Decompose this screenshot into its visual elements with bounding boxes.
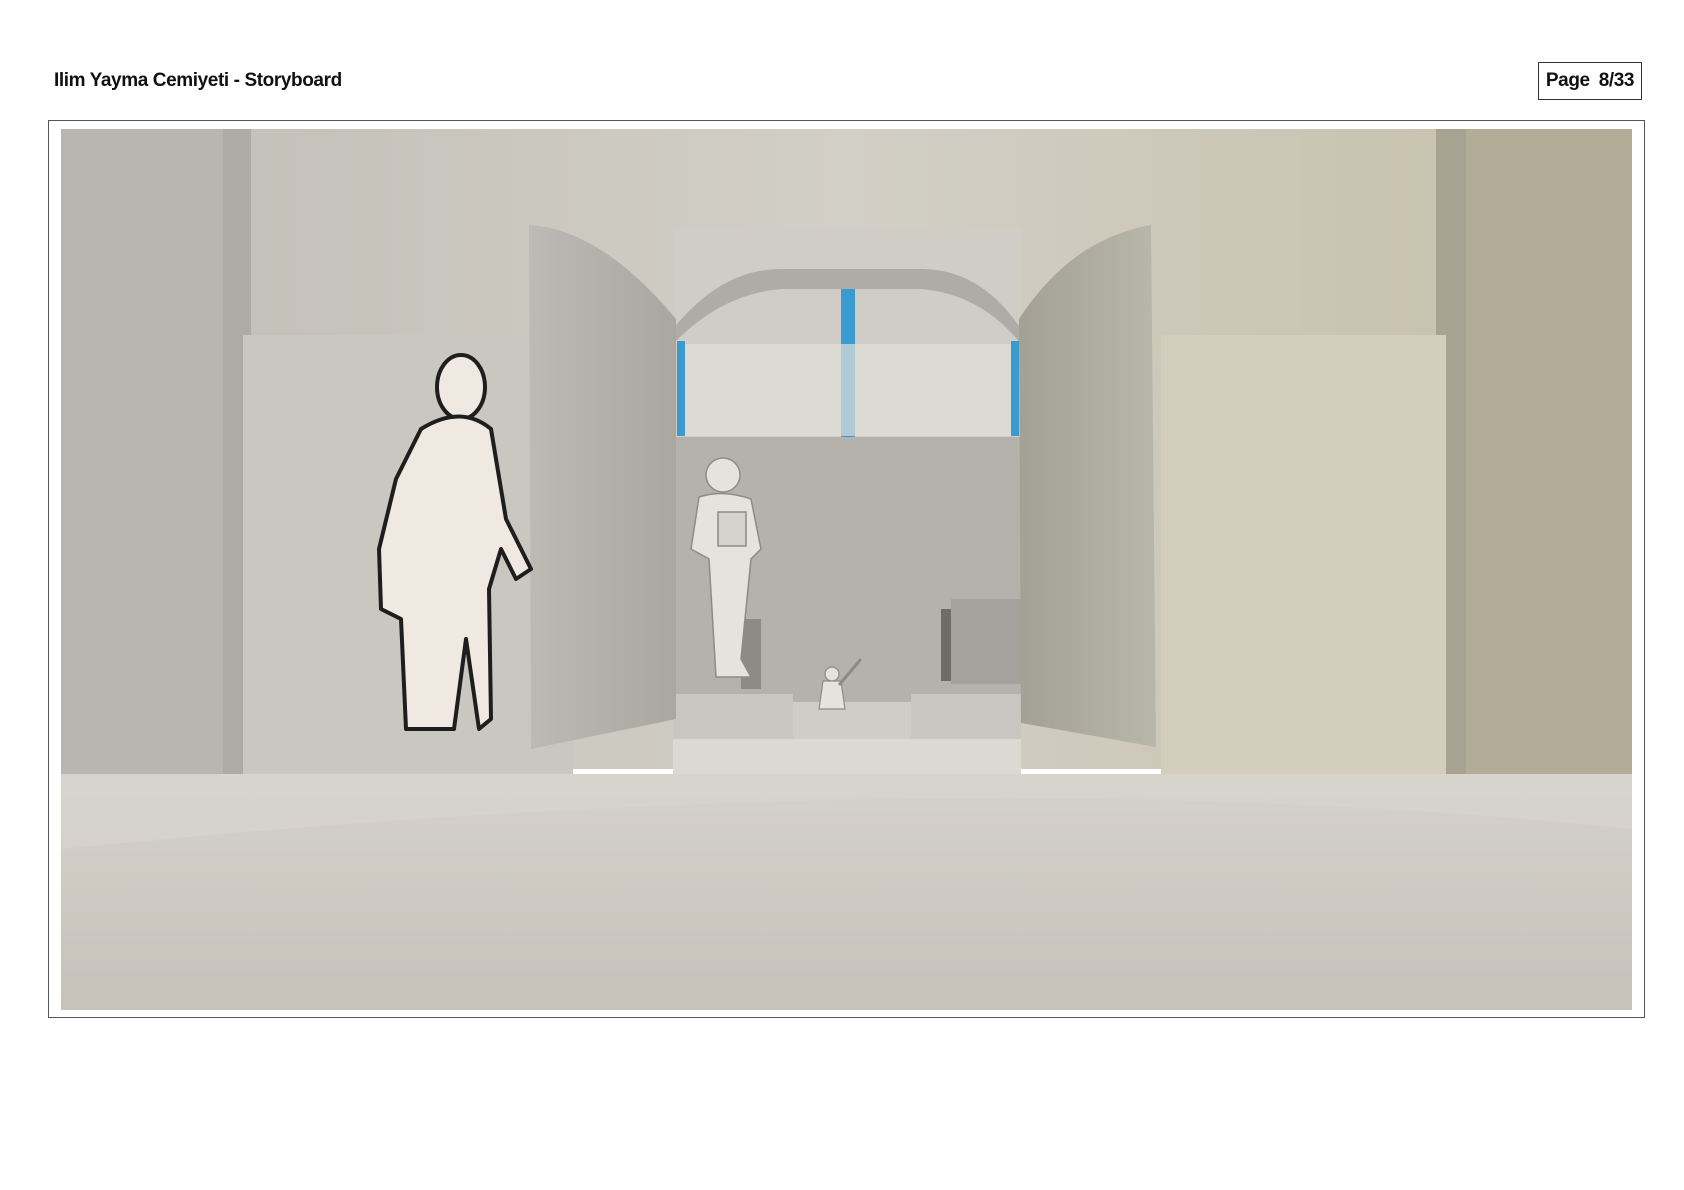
storyboard-panel-image — [61, 129, 1632, 1010]
document-title: Ilim Yayma Cemiyeti - Storyboard — [54, 70, 342, 91]
page-indicator: Page 8/33 — [1538, 62, 1642, 100]
storyboard-frame — [48, 120, 1645, 1018]
scene-illustration — [61, 129, 1632, 1010]
page-label: Page — [1545, 70, 1590, 91]
page-number: 8/33 — [1598, 70, 1635, 91]
